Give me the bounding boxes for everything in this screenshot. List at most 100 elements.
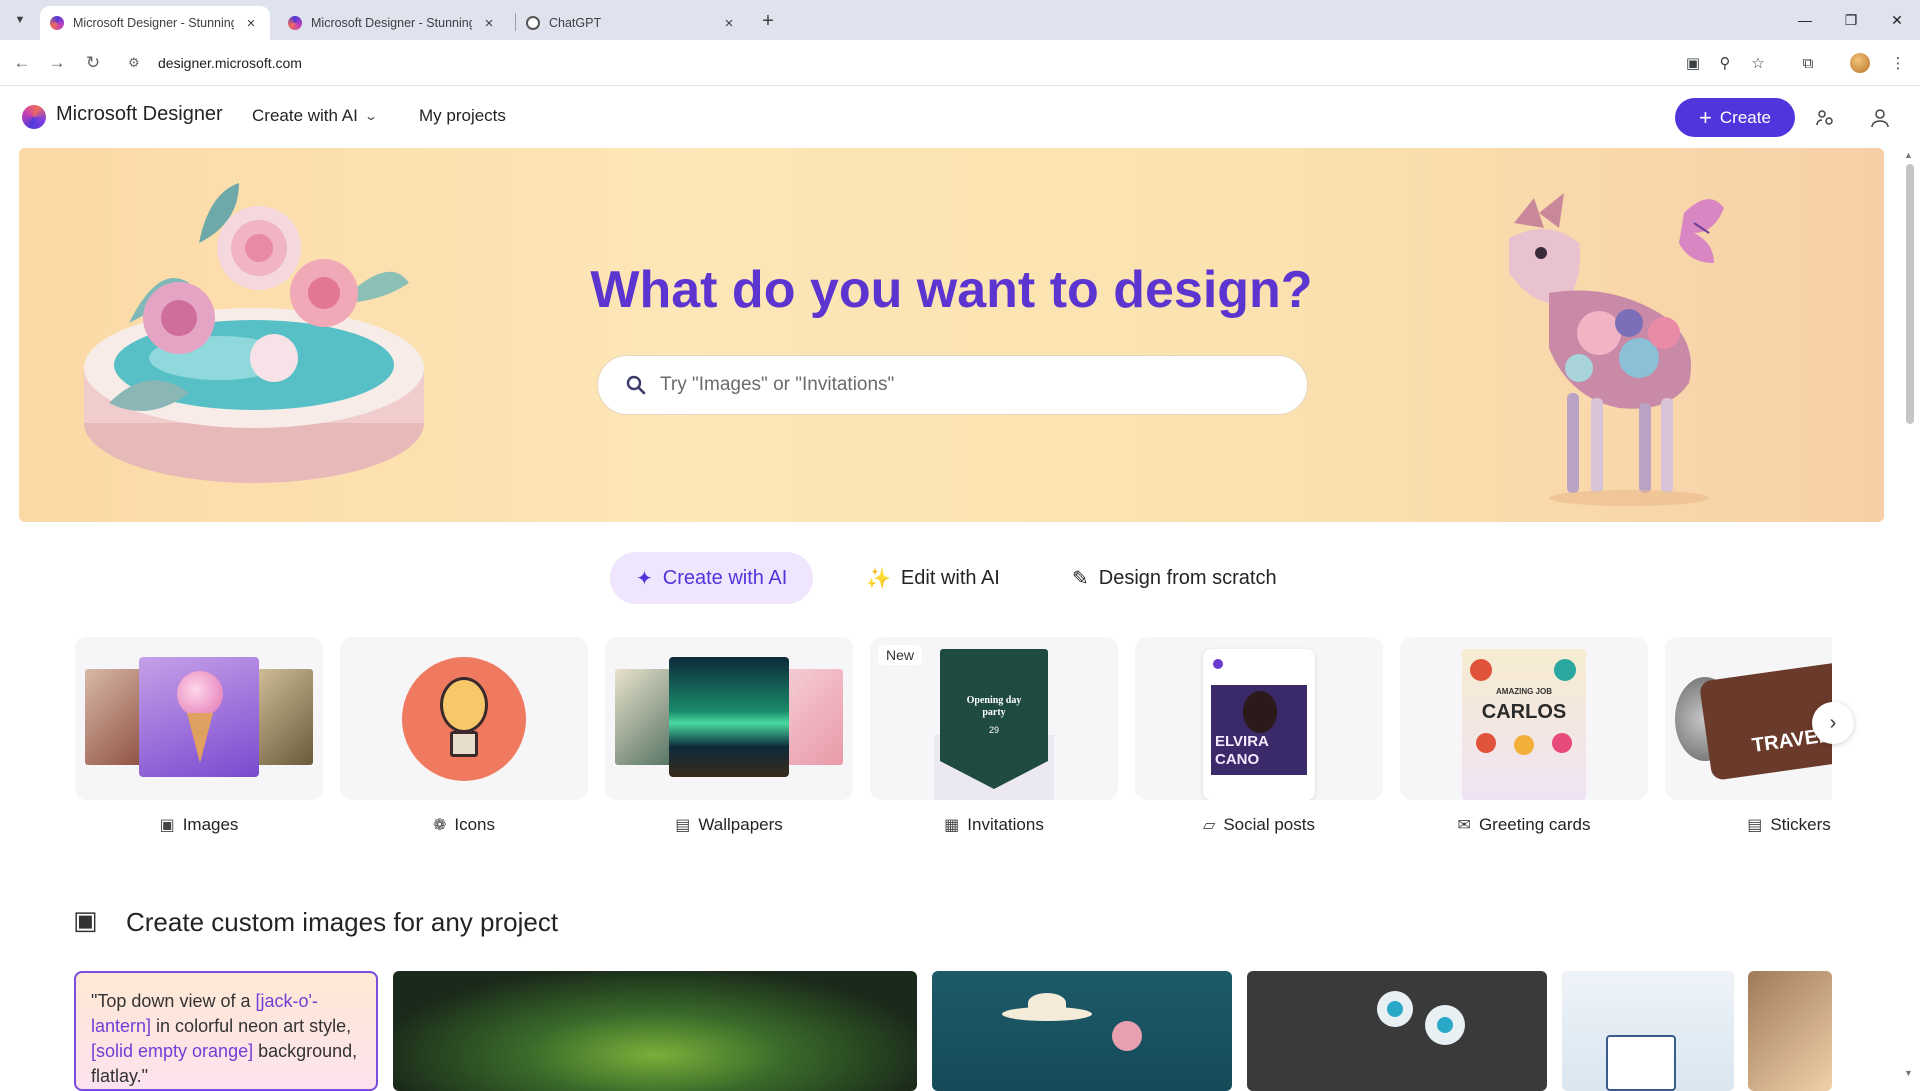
forward-arrow-icon[interactable]: →	[43, 49, 71, 77]
create-button[interactable]: + Create	[1675, 98, 1795, 137]
designer-favicon-icon	[50, 16, 64, 30]
gallery-image-eyeballs[interactable]	[1247, 971, 1547, 1091]
page-scrollbar[interactable]: ▲ ▼	[1904, 150, 1914, 1080]
browser-toolbar: ← → ↻ ⚙ designer.microsoft.com ▣ ⚲ ☆ ⧉ ⋮	[0, 40, 1920, 86]
wallpaper-icon: ▤	[675, 817, 691, 834]
category-label: ❁ Icons	[340, 815, 588, 835]
nav-create-label: Create with AI	[252, 106, 358, 125]
tab-edit-with-ai[interactable]: ✨ Edit with AI	[840, 552, 1026, 604]
paper-flowers-illustration	[84, 183, 424, 483]
category-label-text: Images	[182, 815, 239, 834]
window-close-icon[interactable]: ✕	[1874, 4, 1920, 36]
browser-tab-designer-2[interactable]: Microsoft Designer - Stunning ×	[278, 6, 508, 40]
plus-icon: +	[1699, 104, 1712, 130]
site-info-icon[interactable]: ⚙	[128, 55, 148, 71]
invitation-subtitle-text: party	[982, 707, 1006, 718]
tab-title: Microsoft Designer - Stunning	[73, 16, 234, 30]
carousel-next-chevron-icon[interactable]: ›	[1812, 702, 1854, 744]
share-people-icon[interactable]	[1810, 103, 1840, 133]
gallery-image-window[interactable]	[1748, 971, 1832, 1091]
gallery-image-limes[interactable]	[393, 971, 917, 1091]
new-tab-plus-icon[interactable]: +	[756, 9, 780, 33]
prompt-variable[interactable]: [solid empty orange]	[91, 1041, 253, 1061]
browser-tab-chatgpt[interactable]: ChatGPT ×	[516, 6, 748, 40]
example-prompt-card[interactable]: "Top down view of a [jack-o'-lantern] in…	[74, 971, 378, 1091]
category-card-icons[interactable]: ❁ Icons	[340, 637, 588, 847]
create-button-label: Create	[1719, 107, 1771, 127]
nav-my-projects[interactable]: My projects	[419, 106, 506, 126]
tab-create-with-ai[interactable]: ✦ Create with AI	[610, 552, 814, 604]
browser-tab-designer-1[interactable]: Microsoft Designer - Stunning ×	[40, 6, 270, 40]
address-bar[interactable]: ⚙ designer.microsoft.com	[128, 46, 1688, 80]
social-post-icon: ▱	[1203, 817, 1216, 834]
category-label-text: Icons	[454, 815, 496, 834]
design-canvas-icon: ✎	[1072, 567, 1089, 590]
tab-title: Microsoft Designer - Stunning	[311, 16, 472, 30]
tab-label: Design from scratch	[1098, 566, 1277, 589]
gallery-image-sombrero[interactable]	[932, 971, 1232, 1091]
minimize-icon[interactable]: —	[1782, 4, 1828, 36]
restore-icon[interactable]: ❐	[1828, 4, 1874, 36]
invitation-date-text: 29	[988, 725, 999, 735]
close-icon[interactable]: ×	[720, 14, 738, 32]
tab-title: ChatGPT	[549, 16, 602, 30]
designer-logo-icon[interactable]	[22, 105, 46, 129]
greeting-card-text-1: AMAZING JOB	[1496, 687, 1552, 696]
category-label: ▤ Stickers	[1665, 815, 1832, 835]
reload-icon[interactable]: ↻	[79, 49, 107, 77]
url-text[interactable]: designer.microsoft.com	[158, 55, 302, 71]
bookmark-star-icon[interactable]: ☆	[1746, 51, 1770, 75]
sparkle-icon: ✦	[636, 567, 653, 590]
category-card-invitations[interactable]: New Opening day party 29 ▦ Invitations	[870, 637, 1118, 847]
nav-create-with-ai[interactable]: Create with AI ⌄	[252, 106, 378, 126]
sticker-icon: ▤	[1747, 817, 1763, 834]
brand-name[interactable]: Microsoft Designer	[56, 103, 223, 126]
category-carousel: ▣ Images ❁ Icons ▤ Wallpapers New Openin…	[75, 637, 1832, 847]
tab-label: Edit with AI	[900, 566, 1000, 589]
close-icon[interactable]: ×	[480, 14, 498, 32]
tab-design-from-scratch[interactable]: ✎ Design from scratch	[1046, 552, 1303, 604]
icon-sparkle-icon: ❁	[432, 817, 447, 834]
category-thumbnail: New Opening day party 29	[870, 637, 1118, 800]
social-post-name-1: ELVIRA	[1215, 733, 1269, 750]
search-icon	[624, 373, 648, 397]
envelope-icon: ✉	[1457, 817, 1471, 834]
category-label-text: Stickers	[1770, 815, 1831, 834]
category-thumbnail: TRAVEL	[1665, 637, 1832, 800]
zoom-icon[interactable]: ⚲	[1713, 51, 1737, 75]
social-post-name-2: CANO	[1215, 751, 1260, 768]
close-icon[interactable]: ×	[242, 14, 260, 32]
extensions-puzzle-icon[interactable]: ⧉	[1796, 51, 1820, 75]
gallery-image-checklist[interactable]	[1562, 971, 1734, 1091]
category-card-social-posts[interactable]: ELVIRA CANO ▱ Social posts	[1135, 637, 1383, 847]
category-thumbnail: AMAZING JOB CARLOS	[1400, 637, 1648, 800]
browser-tabstrip: ▼ Microsoft Designer - Stunning × Micros…	[0, 0, 1920, 40]
install-app-icon[interactable]: ▣	[1681, 51, 1705, 75]
account-person-icon[interactable]	[1865, 103, 1895, 133]
search-input[interactable]	[660, 374, 1280, 396]
chatgpt-favicon-icon	[526, 16, 540, 30]
back-arrow-icon[interactable]: ←	[8, 49, 36, 77]
category-card-stickers[interactable]: TRAVEL ▤ Stickers	[1665, 637, 1832, 847]
browser-profile-avatar[interactable]	[1850, 53, 1870, 73]
browser-menu-icon[interactable]: ⋮	[1886, 51, 1910, 75]
new-badge: New	[878, 645, 923, 665]
image-sparkle-icon: ▣	[159, 817, 175, 834]
tab-label: Create with AI	[662, 566, 788, 589]
scroll-down-icon[interactable]: ▼	[1904, 1068, 1913, 1078]
scrollbar-thumb[interactable]	[1906, 164, 1914, 424]
tab-search-chevron-icon[interactable]: ▼	[8, 8, 32, 32]
section-title: Create custom images for any project	[126, 907, 559, 937]
category-card-images[interactable]: ▣ Images	[75, 637, 323, 847]
search-bar[interactable]	[597, 355, 1308, 415]
category-label: ▤ Wallpapers	[605, 815, 853, 835]
category-thumbnail: ELVIRA CANO	[1135, 637, 1383, 800]
category-card-wallpapers[interactable]: ▤ Wallpapers	[605, 637, 853, 847]
scroll-up-icon[interactable]: ▲	[1904, 150, 1913, 160]
category-card-greeting-cards[interactable]: AMAZING JOB CARLOS ✉ Greeting cards	[1400, 637, 1648, 847]
category-label-text: Greeting cards	[1478, 815, 1591, 834]
greeting-card-text-2: CARLOS	[1481, 701, 1567, 723]
designer-favicon-icon	[288, 16, 302, 30]
category-thumbnail	[340, 637, 588, 800]
category-thumbnail	[605, 637, 853, 800]
